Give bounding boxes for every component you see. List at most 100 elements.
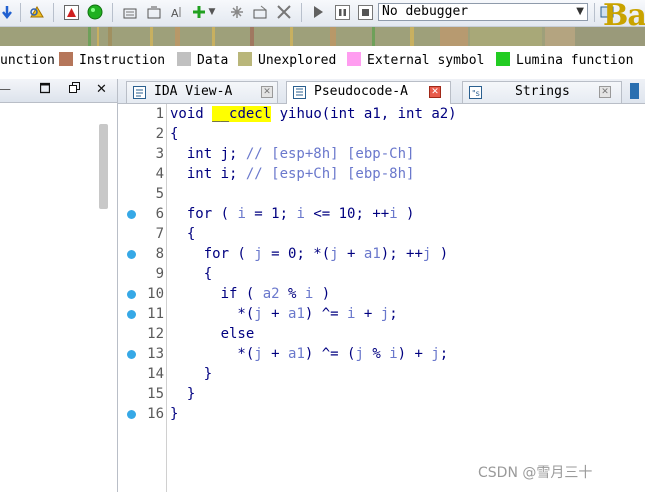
pseudocode-icon (293, 86, 306, 99)
local-variable[interactable]: i (296, 206, 304, 222)
arrow-down-icon[interactable] (0, 3, 16, 21)
close-icon[interactable]: ✕ (599, 86, 611, 98)
function-signature[interactable]: yihuo(int a1, int a2) (271, 106, 457, 122)
legend-swatch (177, 52, 191, 66)
legend-item-unexplored: Unexplored (238, 50, 336, 72)
data-icon[interactable] (145, 3, 163, 21)
legend-item-external-symbol: External symbol (347, 50, 484, 72)
legend: unction Instruction Data Unexplored Exte… (0, 50, 645, 72)
nav-stripe (575, 27, 645, 46)
functions-pane-header: — ✕ (0, 79, 117, 103)
code-line[interactable]: for ( j = 0; *(j + a1); ++j ) (170, 246, 449, 262)
legend-item-instruction: Instruction (59, 50, 165, 72)
breakpoint-dot-icon[interactable] (127, 410, 136, 419)
local-variable[interactable]: i (347, 306, 355, 322)
debugger-select-value: No debugger (382, 4, 469, 19)
code-line[interactable]: int i; // [esp+Ch] [ebp-8h] (170, 166, 415, 182)
tab-ida-view-a[interactable]: IDA View-A ✕ (126, 81, 278, 103)
line-number: 13 (147, 346, 164, 362)
minimize-icon[interactable] (39, 82, 51, 98)
line-number: 6 (155, 206, 164, 222)
local-variable[interactable]: i (389, 346, 397, 362)
undefine-x-icon[interactable] (275, 3, 293, 21)
tab-label: Pseudocode-A (314, 84, 408, 99)
local-variable[interactable]: a2 (263, 286, 280, 302)
breakpoint-dot-icon[interactable] (127, 250, 136, 259)
local-variable[interactable]: j (431, 346, 439, 362)
scrollbar-thumb[interactable] (99, 124, 108, 209)
line-number: 14 (147, 366, 164, 382)
stop-icon[interactable] (356, 3, 374, 21)
array-icon[interactable] (251, 3, 269, 21)
breakpoint-dot-icon[interactable] (127, 290, 136, 299)
local-variable[interactable]: i (305, 286, 313, 302)
line-number: 9 (155, 266, 164, 282)
close-icon[interactable]: ✕ (96, 82, 107, 97)
tab-strings[interactable]: "s Strings ✕ (462, 81, 622, 103)
svg-text:"s: "s (472, 89, 480, 98)
line-number: 1 (155, 106, 164, 122)
tab-pseudocode-a[interactable]: Pseudocode-A ✕ (286, 81, 451, 104)
pause-icon[interactable] (333, 3, 351, 21)
code-comment: // [esp+Ch] [ebp-8h] (245, 166, 415, 182)
breakpoint-dot-icon[interactable] (127, 210, 136, 219)
close-icon[interactable]: ✕ (429, 86, 441, 98)
breakpoint-dot-icon[interactable] (127, 350, 136, 359)
string-icon[interactable]: A (168, 3, 186, 21)
code-icon[interactable] (121, 3, 139, 21)
close-icon[interactable]: ✕ (261, 86, 273, 98)
functions-pane: — ✕ (0, 79, 118, 492)
code-line[interactable]: *(j + a1) ^= i + j; (170, 306, 397, 322)
calling-convention-highlight[interactable]: __cdecl (212, 106, 272, 122)
code-line[interactable]: } (170, 386, 195, 402)
graph-triangle-icon[interactable] (62, 3, 80, 21)
local-variable[interactable]: j (254, 306, 262, 322)
breakpoint-dot-icon[interactable] (127, 310, 136, 319)
chevron-down-icon[interactable]: ▼ (206, 3, 218, 21)
local-variable[interactable]: i (237, 206, 245, 222)
code-line[interactable]: } (170, 366, 212, 382)
legend-label: Unexplored (258, 53, 337, 68)
code-line[interactable]: int j; // [esp+8h] [ebp-Ch] (170, 146, 415, 162)
watermark: CSDN @雪月三十 (478, 465, 593, 481)
tab-overflow-icon[interactable] (630, 83, 639, 99)
nav-stripe (97, 27, 99, 46)
local-variable[interactable]: j (330, 246, 338, 262)
local-variable[interactable]: j (254, 246, 262, 262)
unknown-icon[interactable] (228, 3, 246, 21)
local-variable[interactable]: a1 (288, 306, 305, 322)
tab-label: Strings (515, 84, 570, 99)
code-line[interactable]: { (170, 226, 195, 242)
local-variable[interactable]: a1 (364, 246, 381, 262)
nav-stripe (290, 27, 293, 46)
search-warning-icon[interactable] (27, 3, 45, 21)
line-number: 4 (155, 166, 164, 182)
toolbar-separator (112, 3, 113, 22)
debugger-select[interactable]: No debugger ▼ (378, 3, 588, 21)
var-decl: int i; (170, 166, 246, 182)
local-variable[interactable]: a1 (288, 346, 305, 362)
arrow-left-icon[interactable]: — (0, 82, 11, 97)
code-line[interactable]: { (170, 126, 178, 142)
local-variable[interactable]: j (423, 246, 431, 262)
local-variable[interactable]: j (381, 306, 389, 322)
local-variable[interactable]: i (389, 206, 397, 222)
code-line[interactable]: } (170, 406, 178, 422)
navigation-band[interactable] (0, 27, 645, 46)
code-line[interactable]: void __cdecl yihuo(int a1, int a2) (170, 106, 457, 122)
var-decl: int j; (170, 146, 246, 162)
code-line[interactable]: { (170, 266, 212, 282)
local-variable[interactable]: j (355, 346, 363, 362)
run-green-icon[interactable] (86, 3, 104, 21)
local-variable[interactable]: j (254, 346, 262, 362)
restore-icon[interactable] (69, 82, 80, 98)
code-line[interactable]: if ( a2 % i ) (170, 286, 331, 302)
line-number: 2 (155, 126, 164, 142)
code-line[interactable]: for ( i = 1; i <= 10; ++i ) (170, 206, 415, 222)
legend-swatch (496, 52, 510, 66)
code-line[interactable]: else (170, 326, 255, 342)
gutter-divider (166, 104, 167, 492)
legend-item-data: Data (177, 50, 228, 72)
code-line[interactable]: *(j + a1) ^= (j % i) + j; (170, 346, 448, 362)
play-icon[interactable] (309, 3, 327, 21)
